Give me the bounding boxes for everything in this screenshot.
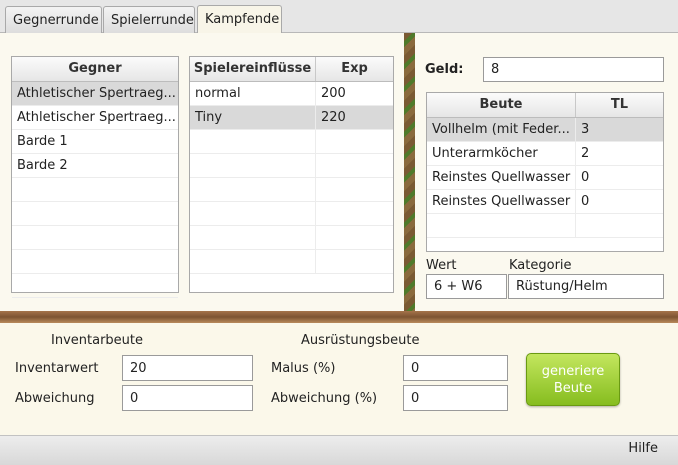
tab-kampfende[interactable]: Kampfende bbox=[197, 5, 282, 34]
table-row[interactable]: Barde 2 bbox=[12, 154, 178, 178]
table-row[interactable]: Reinstes Quellwasser 0 bbox=[427, 190, 663, 214]
wert-label: Wert bbox=[426, 258, 457, 273]
tl-column-header[interactable]: TL bbox=[576, 93, 663, 117]
empty-row bbox=[12, 178, 178, 202]
table-row[interactable]: Athletischer Spertraeg... bbox=[12, 106, 178, 130]
kategorie-field[interactable] bbox=[508, 274, 664, 299]
generate-loot-button[interactable]: generiere Beute bbox=[526, 353, 620, 406]
einfluss-name-cell: normal bbox=[190, 82, 316, 105]
geld-label: Geld: bbox=[425, 62, 464, 77]
gegner-cell: Barde 1 bbox=[17, 134, 68, 149]
beute-name-cell: Reinstes Quellwasser bbox=[427, 166, 576, 189]
table-row[interactable]: Unterarmköcher 2 bbox=[427, 142, 663, 166]
beute-tl-cell: 3 bbox=[581, 122, 590, 137]
inventarwert-label: Inventarwert bbox=[15, 361, 99, 376]
empty-row bbox=[190, 202, 393, 226]
gegner-table-header: Gegner bbox=[12, 57, 178, 82]
beute-table-header: Beute TL bbox=[427, 93, 663, 118]
empty-row bbox=[190, 250, 393, 274]
einfluss-exp-cell: 220 bbox=[321, 110, 346, 125]
table-row[interactable]: Athletischer Spertraeg... bbox=[12, 82, 178, 106]
tab-gegnerrunde[interactable]: Gegnerrunde bbox=[5, 6, 102, 34]
spielereinfluesse-column-header[interactable]: Spielereinflüsse bbox=[190, 57, 316, 81]
einfluss-exp-cell: 200 bbox=[321, 86, 346, 101]
beute-table[interactable]: Beute TL Vollhelm (mit Feder... 3 Untera… bbox=[426, 92, 664, 252]
malus-input[interactable] bbox=[403, 355, 508, 381]
footer-bar bbox=[0, 435, 678, 465]
geld-input[interactable] bbox=[483, 57, 664, 82]
tab-bar: Gegnerrunde Spielerrunde Kampfende bbox=[0, 0, 678, 34]
beute-tl-cell: 0 bbox=[581, 170, 590, 185]
inventarbeute-title: Inventarbeute bbox=[51, 333, 143, 348]
empty-row bbox=[12, 202, 178, 226]
empty-row bbox=[427, 214, 663, 238]
spielereinfluesse-table[interactable]: Spielereinflüsse Exp normal 200 Tiny 220 bbox=[189, 56, 394, 293]
exp-column-header[interactable]: Exp bbox=[316, 57, 393, 81]
kategorie-label: Kategorie bbox=[509, 258, 572, 273]
beute-tl-cell: 2 bbox=[581, 146, 590, 161]
tab-spielerrunde[interactable]: Spielerrunde bbox=[103, 6, 195, 34]
generate-loot-label: generiere Beute bbox=[541, 364, 605, 396]
beute-name-cell: Unterarmköcher bbox=[427, 142, 576, 165]
empty-row bbox=[12, 250, 178, 274]
vine-divider bbox=[404, 33, 415, 313]
gegner-column-header[interactable]: Gegner bbox=[12, 57, 178, 81]
empty-row bbox=[12, 274, 178, 298]
inventarwert-input[interactable] bbox=[122, 355, 253, 381]
abweichung-label: Abweichung bbox=[15, 391, 95, 406]
einfluss-name-cell: Tiny bbox=[190, 106, 316, 129]
abweichung-prozent-input[interactable] bbox=[403, 385, 508, 411]
abweichung-prozent-label: Abweichung (%) bbox=[271, 391, 378, 406]
table-row[interactable]: Reinstes Quellwasser 0 bbox=[427, 166, 663, 190]
malus-label: Malus (%) bbox=[271, 361, 336, 376]
table-row[interactable]: Barde 1 bbox=[12, 130, 178, 154]
wood-separator bbox=[0, 311, 678, 323]
empty-row bbox=[190, 226, 393, 250]
help-link[interactable]: Hilfe bbox=[628, 441, 658, 456]
einfluss-table-header: Spielereinflüsse Exp bbox=[190, 57, 393, 82]
gegner-cell: Athletischer Spertraeg... bbox=[17, 110, 176, 125]
abweichung-input[interactable] bbox=[122, 385, 253, 411]
empty-row bbox=[190, 130, 393, 154]
beute-name-cell: Vollhelm (mit Feder... bbox=[427, 118, 576, 141]
empty-row bbox=[190, 154, 393, 178]
gegner-cell: Barde 2 bbox=[17, 158, 68, 173]
table-row[interactable]: Vollhelm (mit Feder... 3 bbox=[427, 118, 663, 142]
beute-tl-cell: 0 bbox=[581, 194, 590, 209]
ausruestungsbeute-title: Ausrüstungsbeute bbox=[301, 333, 420, 348]
table-row[interactable]: Tiny 220 bbox=[190, 106, 393, 130]
gegner-table[interactable]: Gegner Athletischer Spertraeg... Athleti… bbox=[11, 56, 179, 298]
beute-column-header[interactable]: Beute bbox=[427, 93, 576, 117]
beute-name-cell: Reinstes Quellwasser bbox=[427, 190, 576, 213]
wert-field[interactable] bbox=[426, 274, 507, 299]
table-row[interactable]: normal 200 bbox=[190, 82, 393, 106]
gegner-cell: Athletischer Spertraeg... bbox=[17, 86, 176, 101]
empty-row bbox=[190, 178, 393, 202]
empty-row bbox=[12, 226, 178, 250]
